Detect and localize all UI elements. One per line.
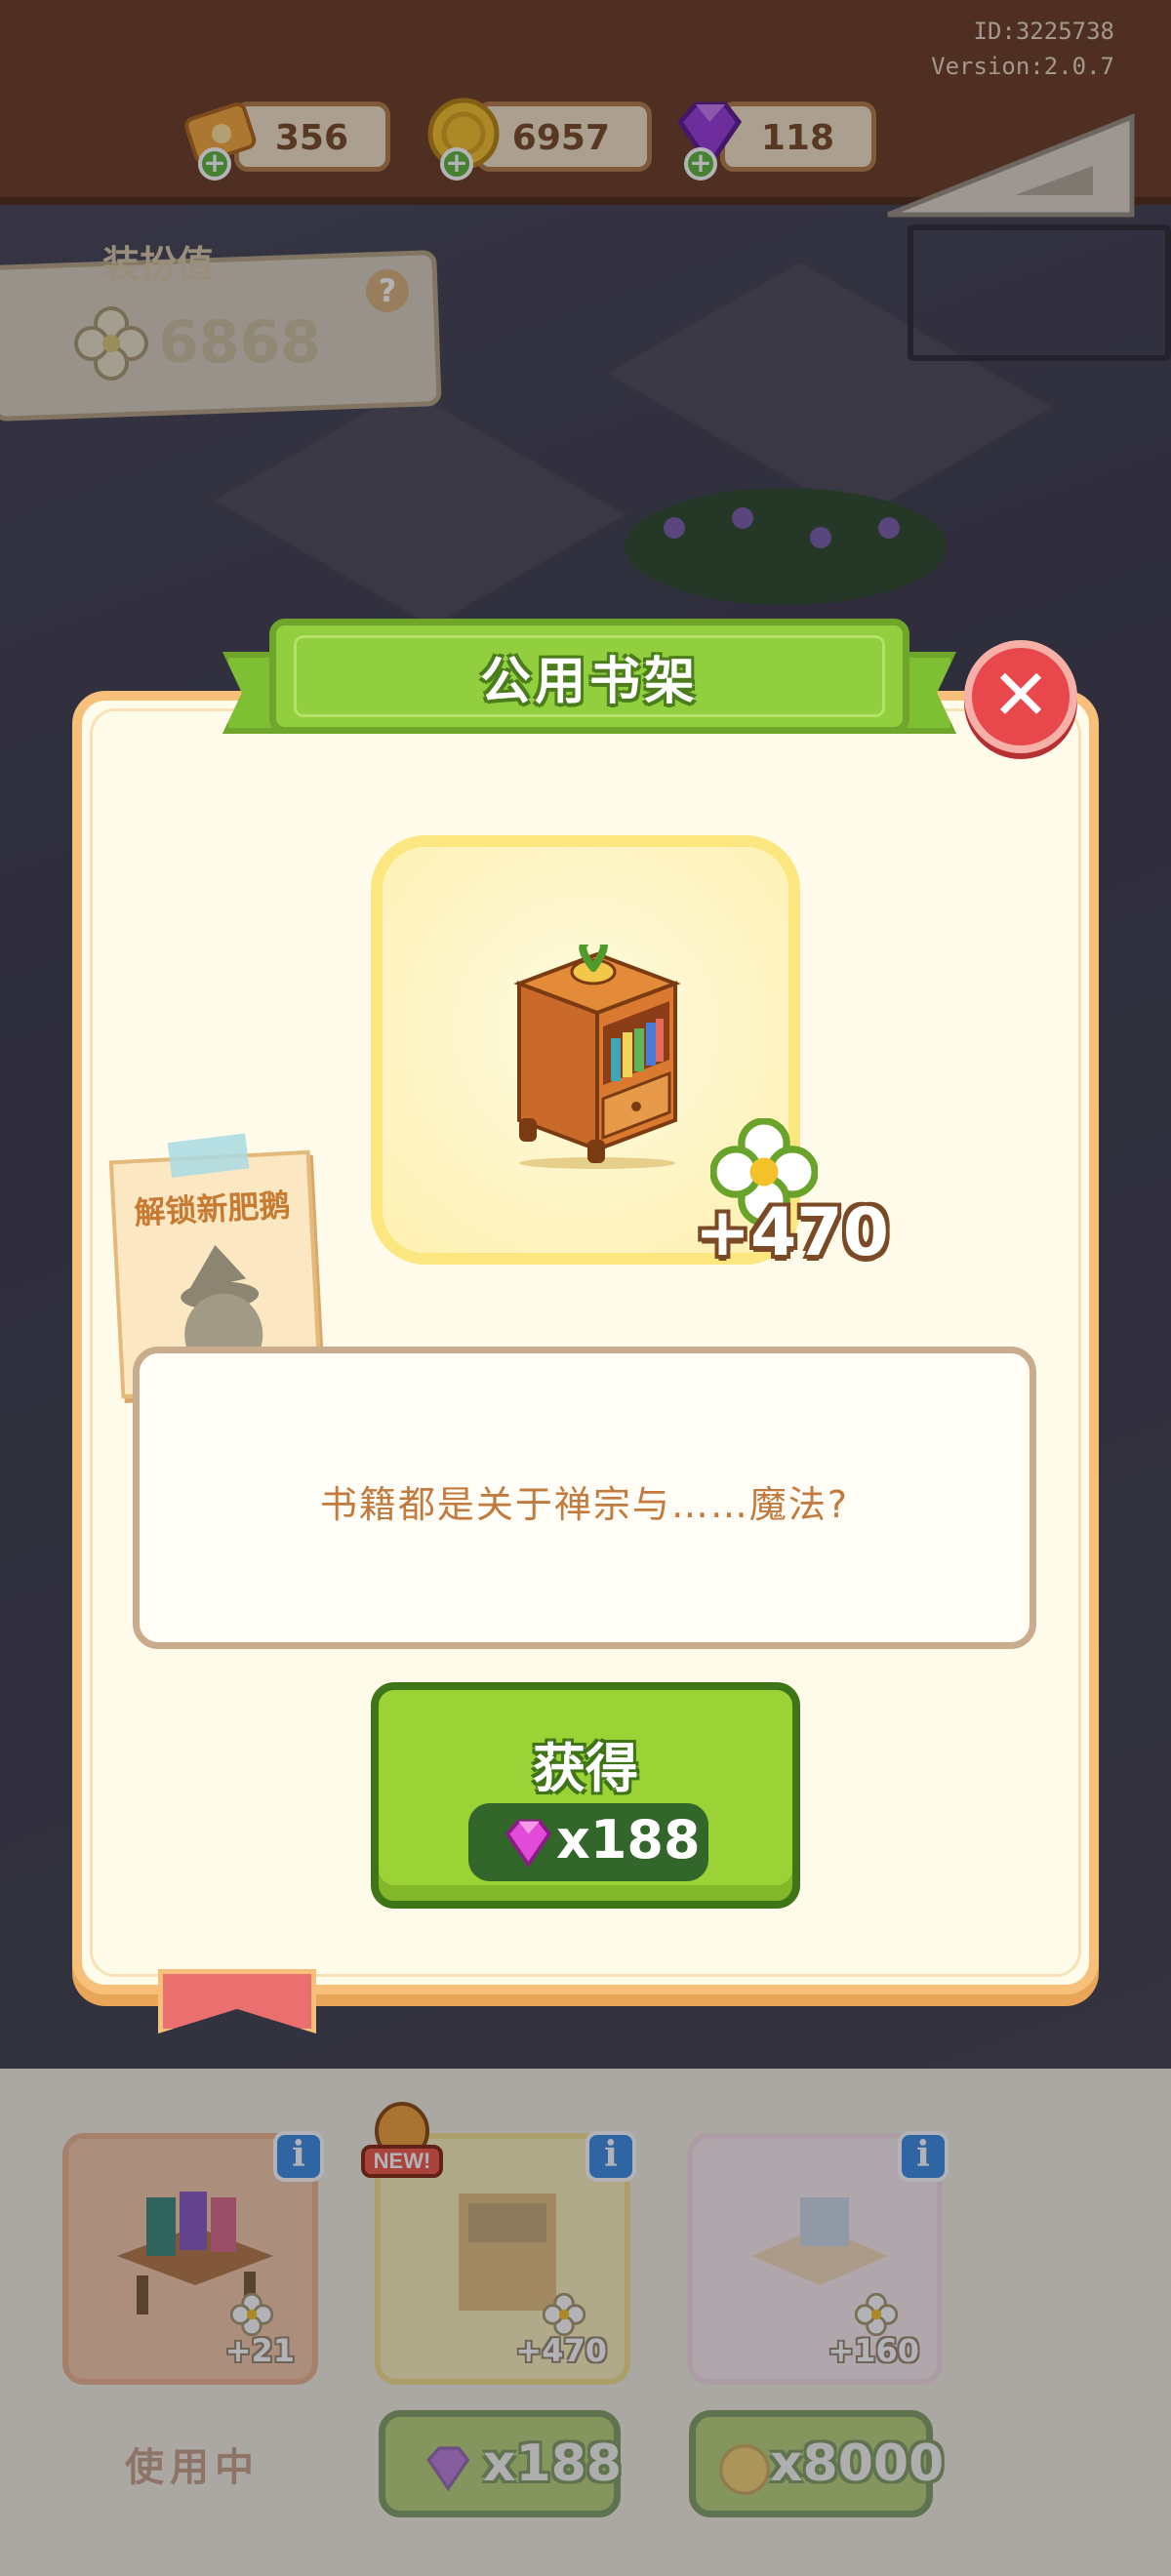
- close-icon: ✕: [990, 654, 1051, 736]
- unlock-note-text: 解锁新肥鹅: [133, 1186, 292, 1232]
- get-button[interactable]: 获得 x188: [371, 1682, 800, 1909]
- close-button[interactable]: ✕: [964, 640, 1077, 753]
- decor-reward: +470: [695, 1118, 889, 1284]
- reward-value: +470: [695, 1194, 889, 1271]
- gem-icon: [505, 1819, 552, 1869]
- description-box: 书籍都是关于禅宗与……魔法?: [133, 1347, 1036, 1649]
- item-description: 书籍都是关于禅宗与……魔法?: [319, 1483, 850, 1526]
- dialog-title-ribbon: 公用书架: [222, 615, 956, 749]
- bookshelf-icon: [513, 945, 681, 1169]
- price-tag: x188: [468, 1803, 708, 1881]
- price-value: x188: [556, 1809, 701, 1871]
- dialog-title: 公用书架: [479, 653, 699, 711]
- get-button-label: 获得: [533, 1738, 638, 1799]
